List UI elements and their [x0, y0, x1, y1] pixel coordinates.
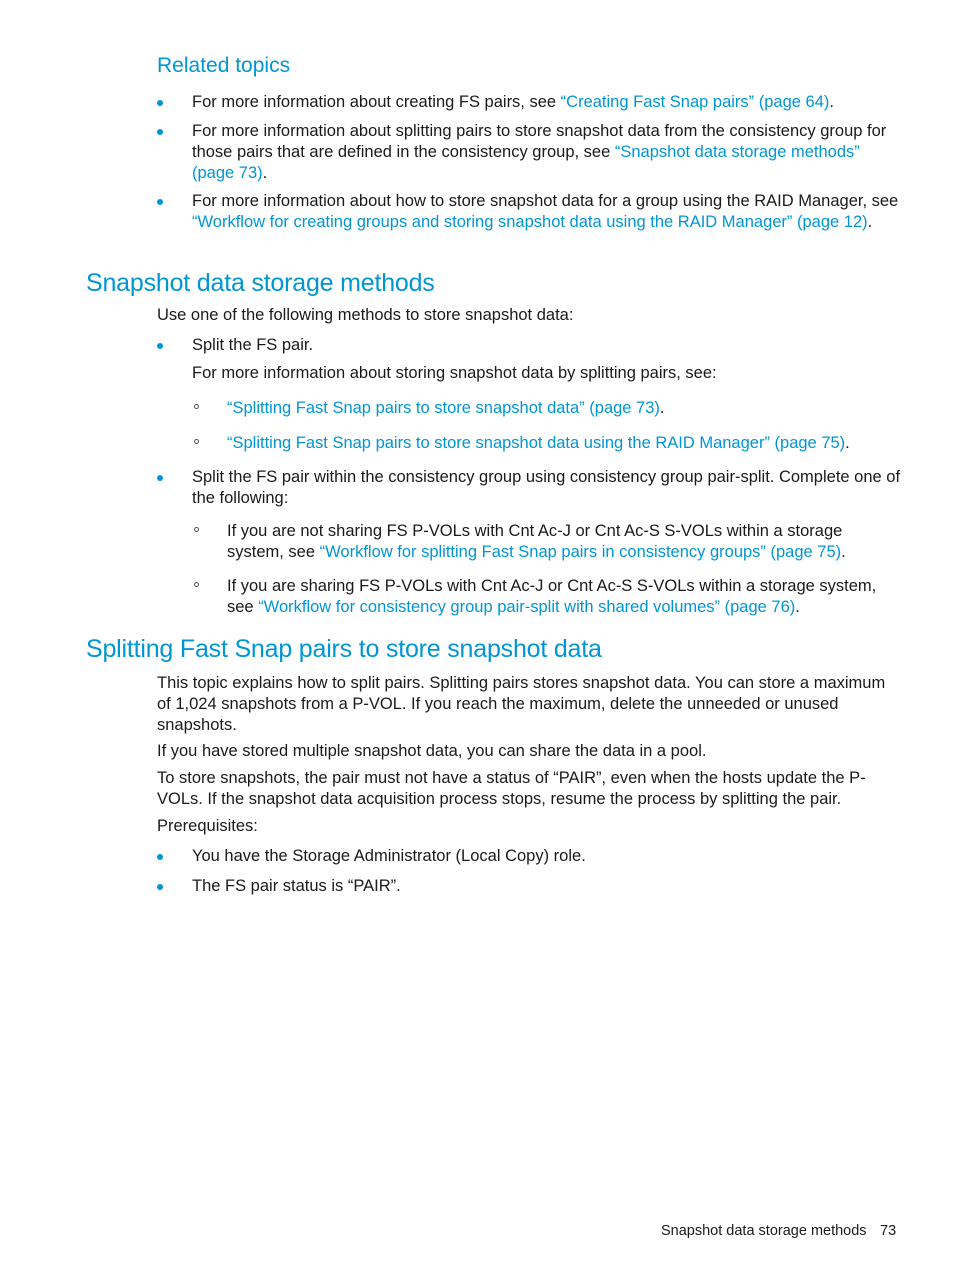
bullet-icon — [157, 884, 163, 890]
related-topic-item: For more information about creating FS p… — [192, 92, 902, 113]
circle-bullet-icon — [194, 404, 199, 409]
link-workflow-raid-manager[interactable]: “Workflow for creating groups and storin… — [192, 213, 868, 231]
circle-bullet-icon — [194, 527, 199, 532]
method-item: Split the FS pair within the consistency… — [192, 468, 901, 507]
item-text: For more information about creating FS p… — [192, 93, 561, 111]
sub-item: If you are not sharing FS P-VOLs with Cn… — [227, 521, 902, 563]
method-note: For more information about storing snaps… — [192, 364, 717, 382]
related-topic-item: For more information about how to store … — [192, 191, 902, 233]
item-punct: . — [867, 213, 873, 231]
bullet-icon — [157, 100, 163, 106]
link-splitting-fast-snap-pairs[interactable]: “Splitting Fast Snap pairs to store snap… — [227, 399, 660, 417]
section-heading-storage-methods: Snapshot data storage methods — [86, 269, 435, 297]
paragraph: This topic explains how to split pairs. … — [157, 674, 886, 734]
section-intro: Use one of the following methods to stor… — [157, 306, 574, 324]
page-number: 73 — [880, 1223, 897, 1239]
link-workflow-shared-volumes[interactable]: “Workflow for consistency group pair-spl… — [258, 598, 795, 616]
paragraph: If you have stored multiple snapshot dat… — [157, 742, 707, 760]
sub-item: “Splitting Fast Snap pairs to store snap… — [227, 433, 902, 454]
prerequisites-label: Prerequisites: — [157, 817, 258, 835]
sub-item: “Splitting Fast Snap pairs to store snap… — [227, 398, 902, 419]
bullet-icon — [157, 343, 163, 349]
prerequisite-item: You have the Storage Administrator (Loca… — [192, 847, 586, 865]
sub-punct: . — [841, 543, 846, 561]
item-text: For more information about how to store … — [192, 192, 899, 210]
sub-punct: . — [659, 399, 665, 417]
prerequisite-item: The FS pair status is “PAIR”. — [192, 877, 401, 895]
circle-bullet-icon — [194, 439, 199, 444]
section-heading-splitting-pairs: Splitting Fast Snap pairs to store snaps… — [86, 635, 602, 663]
sub-punct: . — [845, 434, 850, 452]
related-topic-item: For more information about splitting pai… — [192, 121, 902, 184]
bullet-icon — [157, 199, 163, 205]
paragraph: To store snapshots, the pair must not ha… — [157, 769, 866, 808]
sub-item: If you are sharing FS P-VOLs with Cnt Ac… — [227, 576, 902, 618]
item-punct: . — [262, 164, 268, 182]
related-topics-heading: Related topics — [157, 54, 291, 77]
link-workflow-consistency-groups[interactable]: “Workflow for splitting Fast Snap pairs … — [320, 543, 842, 561]
method-item: Split the FS pair. — [192, 336, 314, 354]
bullet-icon — [157, 129, 163, 135]
sub-punct: . — [795, 598, 800, 616]
bullet-icon — [157, 475, 163, 481]
link-splitting-raid-manager[interactable]: “Splitting Fast Snap pairs to store snap… — [227, 434, 845, 452]
link-creating-fast-snap-pairs[interactable]: “Creating Fast Snap pairs” (page 64) — [561, 93, 830, 111]
item-punct: . — [829, 93, 834, 111]
circle-bullet-icon — [194, 582, 199, 587]
footer-section-title: Snapshot data storage methods — [661, 1223, 867, 1239]
bullet-icon — [157, 854, 163, 860]
